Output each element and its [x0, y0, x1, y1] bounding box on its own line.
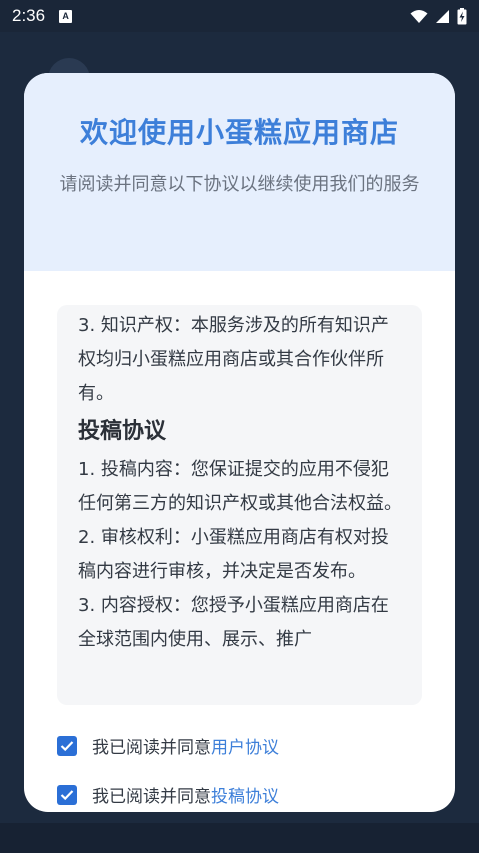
- dialog-header: 欢迎使用小蛋糕应用商店 请阅读并同意以下协议以继续使用我们的服务: [24, 73, 455, 271]
- user-agreement-checkbox[interactable]: [57, 735, 77, 756]
- submission-agreement-link[interactable]: 投稿协议: [211, 782, 279, 807]
- status-time: 2:36: [12, 6, 46, 25]
- agreement-paragraph: 3. 内容授权：您授予小蛋糕应用商店在全球范围内使用、展示、推广: [78, 595, 389, 650]
- battery-icon: [457, 7, 467, 24]
- agree-user-agreement-row[interactable]: 我已阅读并同意 用户协议: [57, 733, 279, 758]
- signal-icon: [436, 9, 449, 23]
- agreement-paragraph: 1. 投稿内容：您保证提交的应用不侵犯任何第三方的知识产权或其他合法权益。: [78, 459, 402, 514]
- agreement-text: 3. 知识产权：本服务涉及的所有知识产权均归小蛋糕应用商店或其合作伙伴所有。 投…: [57, 305, 422, 657]
- dialog-subtitle: 请阅读并同意以下协议以继续使用我们的服务: [59, 174, 420, 195]
- agreement-paragraph: 2. 审核权利：小蛋糕应用商店有权对投稿内容进行审核，并决定是否发布。: [78, 527, 389, 582]
- status-icons: [410, 7, 467, 25]
- section-heading: 投稿协议: [78, 419, 167, 444]
- agreement-content-scroll[interactable]: 3. 知识产权：本服务涉及的所有知识产权均归小蛋糕应用商店或其合作伙伴所有。 投…: [57, 305, 422, 705]
- checkmark-icon: [60, 789, 74, 800]
- agreement-paragraph: 3. 知识产权：本服务涉及的所有知识产权均归小蛋糕应用商店或其合作伙伴所有。: [78, 315, 389, 404]
- notification-a-icon: A: [59, 9, 73, 23]
- agree-submission-agreement-row[interactable]: 我已阅读并同意 投稿协议: [57, 782, 279, 807]
- dialog-title: 欢迎使用小蛋糕应用商店: [79, 116, 399, 149]
- status-bar: 2:36 A: [0, 0, 479, 32]
- agreement-label: 我已阅读并同意: [92, 787, 211, 807]
- submission-agreement-checkbox[interactable]: [57, 784, 77, 805]
- checkmark-icon: [60, 740, 74, 751]
- agreement-label: 我已阅读并同意: [92, 738, 211, 758]
- agreement-dialog: 欢迎使用小蛋糕应用商店 请阅读并同意以下协议以继续使用我们的服务 3. 知识产权…: [24, 73, 455, 812]
- user-agreement-link[interactable]: 用户协议: [211, 733, 279, 758]
- wifi-icon: [410, 9, 428, 23]
- navigation-strip: [0, 823, 479, 853]
